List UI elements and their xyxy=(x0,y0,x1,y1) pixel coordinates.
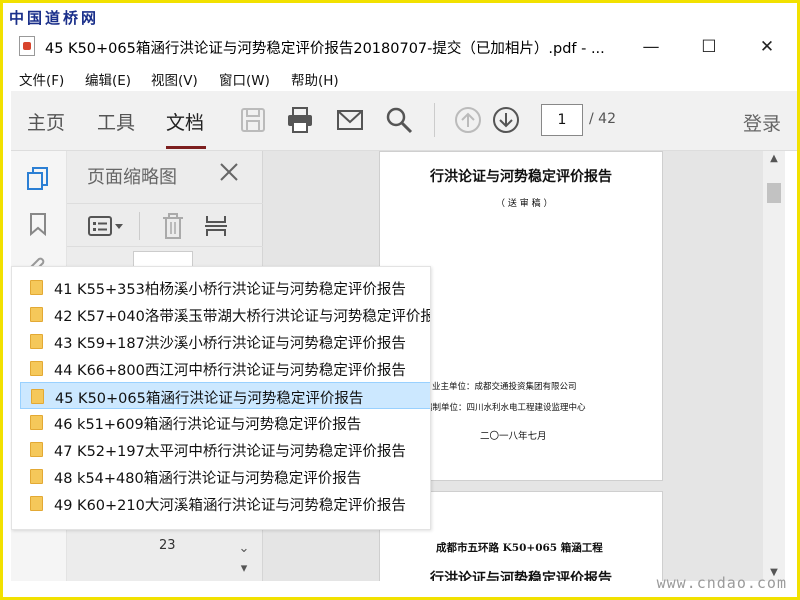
scroll-down-arrow-icon[interactable]: ▾ xyxy=(236,561,252,577)
list-item[interactable]: 44 K66+800西江河中桥行洪论证与河势稳定评价报告 xyxy=(20,355,430,382)
compiler-unit: 编制单位：四川水利水电工程建设监理中心 xyxy=(424,403,586,413)
extract-page-icon[interactable] xyxy=(203,212,229,240)
search-icon[interactable] xyxy=(384,105,414,135)
toolbar-divider xyxy=(434,103,435,137)
title-bar: 45 K50+065箱涵行洪论证与河势稳定评价报告20180707-提交（已加相… xyxy=(3,29,797,65)
bookmark-icon[interactable] xyxy=(25,211,51,237)
vertical-scrollbar[interactable]: ▲ ▼ xyxy=(763,151,785,581)
panel-title: 页面缩略图 xyxy=(87,167,177,188)
page-number-input[interactable]: 1 xyxy=(541,104,583,136)
save-icon[interactable] xyxy=(238,105,268,135)
next-page-icon[interactable] xyxy=(491,105,521,135)
tab-document[interactable]: 文档 xyxy=(166,108,204,135)
menu-window[interactable]: 窗口(W) xyxy=(219,69,270,89)
file-name: 49 K60+210大河溪箱涵行洪论证与河势稳定评价报告 xyxy=(54,498,406,514)
thumbnail-page-number: 23 xyxy=(159,538,176,553)
delete-icon[interactable] xyxy=(161,212,185,240)
list-item[interactable]: 42 K57+040洛带溪玉带湖大桥行洪论证与河势稳定评价报告 xyxy=(20,301,431,328)
folder-icon xyxy=(30,280,43,295)
active-tab-indicator xyxy=(166,146,206,149)
panel-toolbar xyxy=(67,203,263,247)
report-subtitle: （ 送 审 稿 ） xyxy=(496,199,553,209)
previous-page-icon[interactable] xyxy=(453,105,483,135)
file-list-popup: 41 K55+353柏杨溪小桥行洪论证与河势稳定评价报告 42 K57+040洛… xyxy=(11,266,431,530)
list-item[interactable]: 41 K55+353柏杨溪小桥行洪论证与河势稳定评价报告 xyxy=(20,274,430,301)
list-item[interactable]: 48 k54+480箱涵行洪论证与河势稳定评价报告 xyxy=(20,463,430,490)
file-name: 43 K59+187洪沙溪小桥行洪论证与河势稳定评价报告 xyxy=(54,336,406,352)
page-thumbnails-icon[interactable] xyxy=(25,165,51,191)
pdf-app-icon xyxy=(19,36,35,56)
file-name: 41 K55+353柏杨溪小桥行洪论证与河势稳定评价报告 xyxy=(54,282,406,298)
main-toolbar: 主页 工具 文档 1 / 42 登录 xyxy=(11,91,797,151)
print-icon[interactable] xyxy=(285,105,315,135)
email-icon[interactable] xyxy=(335,105,365,135)
file-name: 44 K66+800西江河中桥行洪论证与河势稳定评价报告 xyxy=(54,363,406,379)
scrollbar-thumb[interactable] xyxy=(767,183,781,203)
folder-icon xyxy=(30,334,43,349)
tab-home[interactable]: 主页 xyxy=(27,108,65,135)
menu-view[interactable]: 视图(V) xyxy=(151,69,198,89)
watermark-top: 中国道桥网 xyxy=(9,9,100,27)
tab-tools[interactable]: 工具 xyxy=(97,108,135,135)
list-item-selected[interactable]: 45 K50+065箱涵行洪论证与河势稳定评价报告 xyxy=(20,382,430,409)
list-item[interactable]: 43 K59+187洪沙溪小桥行洪论证与河势稳定评价报告 xyxy=(20,328,430,355)
folder-icon xyxy=(30,496,43,511)
close-icon[interactable] xyxy=(218,161,240,183)
screen-frame: 中国道桥网 45 K50+065箱涵行洪论证与河势稳定评价报告20180707-… xyxy=(0,0,800,600)
scroll-up-arrow-icon[interactable]: ▲ xyxy=(767,153,781,165)
folder-icon xyxy=(30,361,43,376)
list-item[interactable]: 47 K52+197太平河中桥行洪论证与河势稳定评价报告 xyxy=(20,436,430,463)
report-title: 行洪论证与河势稳定评价报告 xyxy=(430,169,612,185)
menu-file[interactable]: 文件(F) xyxy=(19,69,64,89)
page-total-label: / 42 xyxy=(589,111,616,127)
project-name: 成都市五环路 K50+065 箱涵工程 xyxy=(436,542,603,554)
file-name: 48 k54+480箱涵行洪论证与河势稳定评价报告 xyxy=(54,471,362,487)
menu-edit[interactable]: 编辑(E) xyxy=(85,69,131,89)
menu-bar: 文件(F) 编辑(E) 视图(V) 窗口(W) 帮助(H) xyxy=(3,65,797,91)
folder-icon xyxy=(30,442,43,457)
maximize-button[interactable]: ☐ xyxy=(697,35,721,59)
list-item[interactable]: 49 K60+210大河溪箱涵行洪论证与河势稳定评价报告 xyxy=(20,490,430,517)
report-date: 二〇一八年七月 xyxy=(480,431,547,442)
folder-icon xyxy=(30,469,43,484)
folder-icon xyxy=(30,307,43,322)
chevron-down-icon[interactable]: ⌄ xyxy=(236,541,252,557)
owner-unit: 业主单位：成都交通投资集团有限公司 xyxy=(432,382,577,392)
watermark-bottom: www.cndao.com xyxy=(656,574,787,592)
list-item[interactable]: 46 k51+609箱涵行洪论证与河势稳定评价报告 xyxy=(20,409,430,436)
file-name: 45 K50+065箱涵行洪论证与河势稳定评价报告 xyxy=(55,391,364,407)
close-button[interactable]: ✕ xyxy=(755,35,779,59)
menu-help[interactable]: 帮助(H) xyxy=(291,69,339,89)
panel-tool-divider xyxy=(139,212,140,240)
file-name: 47 K52+197太平河中桥行洪论证与河势稳定评价报告 xyxy=(54,444,406,460)
window-title: 45 K50+065箱涵行洪论证与河势稳定评价报告20180707-提交（已加相… xyxy=(45,41,605,57)
login-button[interactable]: 登录 xyxy=(743,109,781,136)
minimize-button[interactable]: — xyxy=(639,35,663,59)
page2-title: 行洪论证与河势稳定评价报告 xyxy=(430,571,612,581)
thumbnail-options-icon[interactable] xyxy=(87,214,127,238)
file-name: 46 k51+609箱涵行洪论证与河势稳定评价报告 xyxy=(54,417,362,433)
file-name: 42 K57+040洛带溪玉带湖大桥行洪论证与河势稳定评价报告 xyxy=(54,309,431,325)
folder-icon xyxy=(30,415,43,430)
folder-icon xyxy=(31,389,44,404)
